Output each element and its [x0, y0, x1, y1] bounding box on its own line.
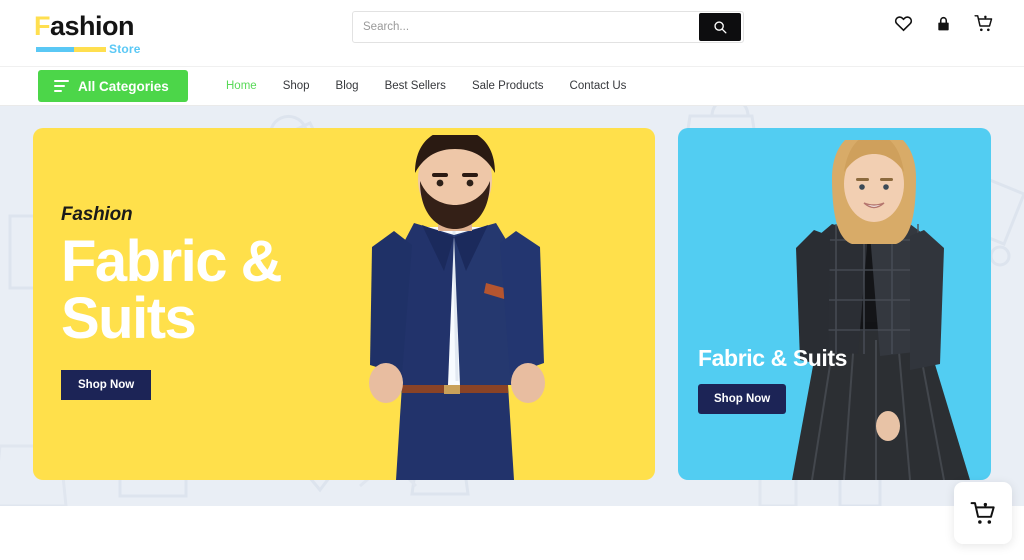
- nav-item-shop[interactable]: Shop: [283, 80, 310, 92]
- header-icon-group: [894, 14, 994, 33]
- logo-first-letter: F: [34, 11, 51, 41]
- site-logo[interactable]: Fashion Store: [34, 9, 214, 57]
- search-icon: [714, 21, 727, 34]
- cart-icon[interactable]: [974, 14, 994, 33]
- logo-wordmark: Fashion: [34, 13, 214, 40]
- logo-yellow-bar: [74, 46, 106, 52]
- male-model-image: [369, 135, 545, 480]
- page-bottom-area: [0, 506, 1024, 538]
- side-banner-text-block: Fabric & Suits Shop Now: [698, 345, 847, 414]
- nav-link-list: Home Shop Blog Best Sellers Sale Product…: [226, 80, 626, 92]
- main-banner-shop-now-button[interactable]: Shop Now: [61, 369, 152, 400]
- nav-item-blog[interactable]: Blog: [336, 80, 359, 92]
- nav-item-contact-us[interactable]: Contact Us: [570, 80, 627, 92]
- nav-item-home[interactable]: Home: [226, 80, 257, 92]
- hero-section: Fashion Fabric & Suits Shop Now Fabric &…: [0, 106, 1024, 506]
- cart-heart-icon: [970, 501, 995, 524]
- top-header: Fashion Store: [0, 0, 1024, 66]
- main-banner-text-block: Fashion Fabric & Suits Shop Now: [61, 204, 283, 400]
- nav-item-sale-products[interactable]: Sale Products: [472, 80, 544, 92]
- banner-headline: Fabric & Suits: [61, 229, 283, 351]
- nav-item-best-sellers[interactable]: Best Sellers: [385, 80, 446, 92]
- main-navigation: All Categories Home Shop Blog Best Selle…: [0, 66, 1024, 106]
- all-categories-button[interactable]: All Categories: [38, 70, 188, 102]
- banner-headline-line1: Fabric &: [61, 229, 283, 294]
- logo-subtitle: Store: [109, 42, 141, 56]
- floating-cart-button[interactable]: [954, 482, 1012, 544]
- hamburger-menu-icon: [54, 80, 69, 92]
- hero-side-banner[interactable]: Fabric & Suits Shop Now: [678, 128, 991, 480]
- search-bar: [352, 11, 744, 43]
- logo-blue-bar: [36, 46, 74, 52]
- female-model-image: [792, 140, 970, 480]
- side-banner-headline: Fabric & Suits: [698, 345, 848, 371]
- search-button[interactable]: [699, 13, 741, 41]
- account-lock-icon[interactable]: [935, 15, 952, 33]
- logo-rest-text: ashion: [50, 11, 135, 41]
- side-banner-shop-now-button[interactable]: Shop Now: [698, 384, 787, 414]
- banner-eyebrow: Fashion: [61, 204, 133, 225]
- banner-headline-line2: Suits: [61, 285, 197, 351]
- hero-card-group: Fashion Fabric & Suits Shop Now Fabric &…: [0, 106, 1024, 506]
- all-categories-label: All Categories: [78, 78, 169, 94]
- logo-subtitle-row: Store: [36, 42, 214, 56]
- page-root: Fashion Store Search... All Categories H…: [0, 0, 1024, 560]
- hero-main-banner[interactable]: Fashion Fabric & Suits Shop Now: [33, 128, 655, 480]
- wishlist-icon[interactable]: [894, 14, 913, 33]
- search-input[interactable]: [353, 12, 699, 42]
